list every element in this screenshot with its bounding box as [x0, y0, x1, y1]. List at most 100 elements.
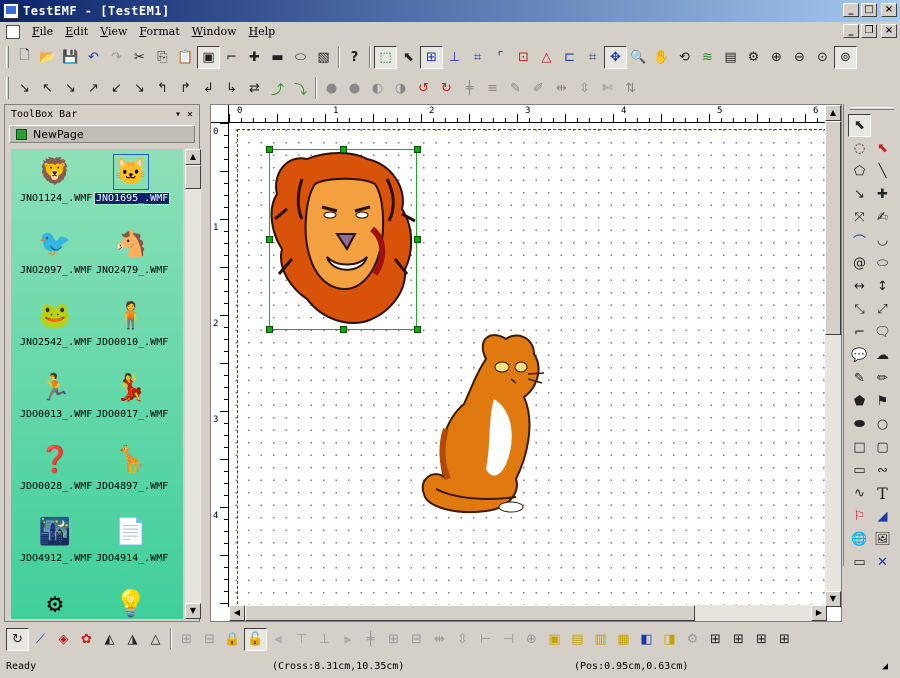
zoom-out-minus-icon[interactable]: ▬: [266, 46, 289, 69]
move-icon[interactable]: ✥: [604, 45, 627, 69]
skew-icon[interactable]: ⟋: [29, 628, 52, 651]
bezier-icon[interactable]: ⤧: [848, 206, 871, 229]
rotate-icon[interactable]: ⟲: [673, 46, 696, 69]
table-insert-icon[interactable]: ⊞: [727, 628, 750, 651]
line-icon[interactable]: ╲: [871, 160, 894, 183]
open-icon[interactable]: 📂: [36, 46, 59, 69]
ruler-icon[interactable]: ⌐: [220, 46, 243, 69]
squiggle-icon[interactable]: ∿: [848, 482, 871, 505]
connector-1-icon[interactable]: ↘: [13, 77, 36, 100]
globe-icon[interactable]: 🌐: [848, 528, 871, 551]
maximize-button[interactable]: □: [861, 3, 877, 17]
connector-3-icon[interactable]: ↘: [59, 77, 82, 100]
zoom-fit-icon[interactable]: ⊙: [811, 46, 834, 69]
gallery-item[interactable]: ❓ JDO0028_.WMF: [19, 437, 92, 507]
snap-box-icon[interactable]: ⊡: [512, 46, 535, 69]
canvas-vscroll-thumb[interactable]: [825, 121, 841, 335]
rotate-left-icon[interactable]: ↺: [412, 77, 435, 100]
scroll-thumb[interactable]: [185, 165, 201, 189]
menu-view[interactable]: View: [94, 25, 133, 38]
toolbox-close-icon[interactable]: ✕: [187, 109, 193, 120]
gallery-item[interactable]: 🐦 JNO2097_.WMF: [19, 221, 92, 291]
hand-pan-icon[interactable]: ✋: [650, 46, 673, 69]
dimension-angle-icon[interactable]: ⤢: [871, 298, 894, 321]
snap-anchor-icon[interactable]: ⊏: [558, 46, 581, 69]
dimension-diag-icon[interactable]: ⤡: [848, 298, 871, 321]
magnify-icon[interactable]: 🔍: [627, 46, 650, 69]
flip-h-icon[interactable]: ◭: [98, 628, 121, 651]
zoom-page-icon[interactable]: ⊚: [834, 45, 857, 69]
distribute-icon[interactable]: ≡: [481, 77, 504, 100]
cloud-callout-icon[interactable]: ☁: [871, 344, 894, 367]
flip-v-icon[interactable]: ◮: [121, 628, 144, 651]
polygon-select-icon[interactable]: ⬠: [848, 160, 871, 183]
center-v-icon[interactable]: ⊟: [405, 628, 428, 651]
scroll-up-icon[interactable]: ▲: [185, 149, 201, 165]
window-frame-icon[interactable]: ▭: [848, 551, 871, 574]
freehand-icon[interactable]: ✍: [871, 206, 894, 229]
vertical-ruler[interactable]: 0 1 2 3 4: [211, 123, 229, 607]
lock-icon[interactable]: 🔒: [221, 628, 244, 651]
minimize-button[interactable]: _: [843, 3, 859, 17]
boolean-union-icon[interactable]: ●: [320, 77, 343, 100]
app-icon[interactable]: [3, 3, 19, 19]
order-back-icon[interactable]: ◨: [658, 628, 681, 651]
send-back-icon[interactable]: ▤: [566, 628, 589, 651]
boolean-subtract-icon[interactable]: ◐: [366, 77, 389, 100]
cut-icon[interactable]: ✂: [128, 46, 151, 69]
table-col-icon[interactable]: ⊞: [773, 628, 796, 651]
same-height-icon[interactable]: ⇳: [451, 628, 474, 651]
connector-4-icon[interactable]: ↗: [82, 77, 105, 100]
bring-front-icon[interactable]: ▣: [543, 628, 566, 651]
align-bottom-icon[interactable]: ⊥: [313, 628, 336, 651]
gallery-item[interactable]: 💡: [95, 581, 167, 619]
resize-handle[interactable]: [266, 146, 273, 153]
connector-12-icon[interactable]: ⤴: [266, 77, 289, 100]
undo-icon[interactable]: ↶: [82, 46, 105, 69]
ellipse-flat-icon[interactable]: ⬬: [848, 413, 871, 436]
table-row-icon[interactable]: ⊞: [750, 628, 773, 651]
arc-icon[interactable]: ⌒: [848, 229, 871, 252]
menu-file[interactable]: File: [26, 25, 59, 38]
resize-handle[interactable]: [266, 236, 273, 243]
canvas-scroll-up-icon[interactable]: ▲: [825, 105, 841, 121]
resize-handle[interactable]: [340, 326, 347, 333]
resize-handle[interactable]: [340, 146, 347, 153]
redo-icon[interactable]: ↷: [105, 46, 128, 69]
spiral-icon[interactable]: @: [848, 252, 871, 275]
boolean-intersect-icon[interactable]: ◑: [389, 77, 412, 100]
ellipse-arc-icon[interactable]: ⬭: [871, 252, 894, 275]
resize-handle[interactable]: [414, 236, 421, 243]
connector-7-icon[interactable]: ↰: [151, 77, 174, 100]
canvas-horizontal-scrollbar[interactable]: ◀ ▶: [229, 605, 827, 621]
connector-13-icon[interactable]: ⤵: [289, 77, 312, 100]
cat-image[interactable]: [416, 329, 556, 519]
connector-8-icon[interactable]: ↱: [174, 77, 197, 100]
pointer-mode-icon[interactable]: ⬉: [397, 46, 420, 69]
snap-triangle-icon[interactable]: △: [535, 46, 558, 69]
pencil-icon[interactable]: ✎: [848, 367, 871, 390]
gallery-item[interactable]: 🦁 JNO1124_.WMF: [19, 149, 92, 219]
callout-icon[interactable]: 🗨: [871, 321, 894, 344]
mdi-minimize-button[interactable]: _: [843, 24, 859, 38]
toolbox-pin-icon[interactable]: ▾: [175, 109, 181, 120]
scissors-icon[interactable]: ✄: [596, 77, 619, 100]
connector-2-icon[interactable]: ↖: [36, 77, 59, 100]
delete-icon[interactable]: ✕: [871, 551, 894, 574]
rotate-free-icon[interactable]: ↻: [6, 627, 29, 651]
ungroup-icon[interactable]: ⊟: [198, 628, 221, 651]
gallery-item[interactable]: 🦒 JDO4897_.WMF: [95, 437, 168, 507]
align-left-icon[interactable]: ⫷: [267, 628, 290, 651]
flag-text-icon[interactable]: ⚐: [848, 505, 871, 528]
toolbox-scrollbar[interactable]: ▲ ▼: [185, 149, 201, 619]
snap-line-icon[interactable]: ⊥: [443, 46, 466, 69]
gallery-item[interactable]: 💃 JDO0017_.WMF: [95, 365, 168, 435]
gallery-item[interactable]: 🐱 JNO1695_.WMF: [93, 149, 171, 219]
menu-edit[interactable]: Edit: [59, 25, 94, 38]
new-icon[interactable]: 🗋: [13, 46, 36, 69]
drawing-canvas[interactable]: 0123456 01234 ▲ ▼ ◀ ▶: [210, 104, 842, 622]
unlock-icon[interactable]: 🔓: [244, 627, 267, 651]
canvas-scroll-down-icon[interactable]: ▼: [825, 591, 841, 607]
page-view-icon[interactable]: ▣: [197, 45, 220, 69]
flag-icon[interactable]: ⚑: [871, 390, 894, 413]
